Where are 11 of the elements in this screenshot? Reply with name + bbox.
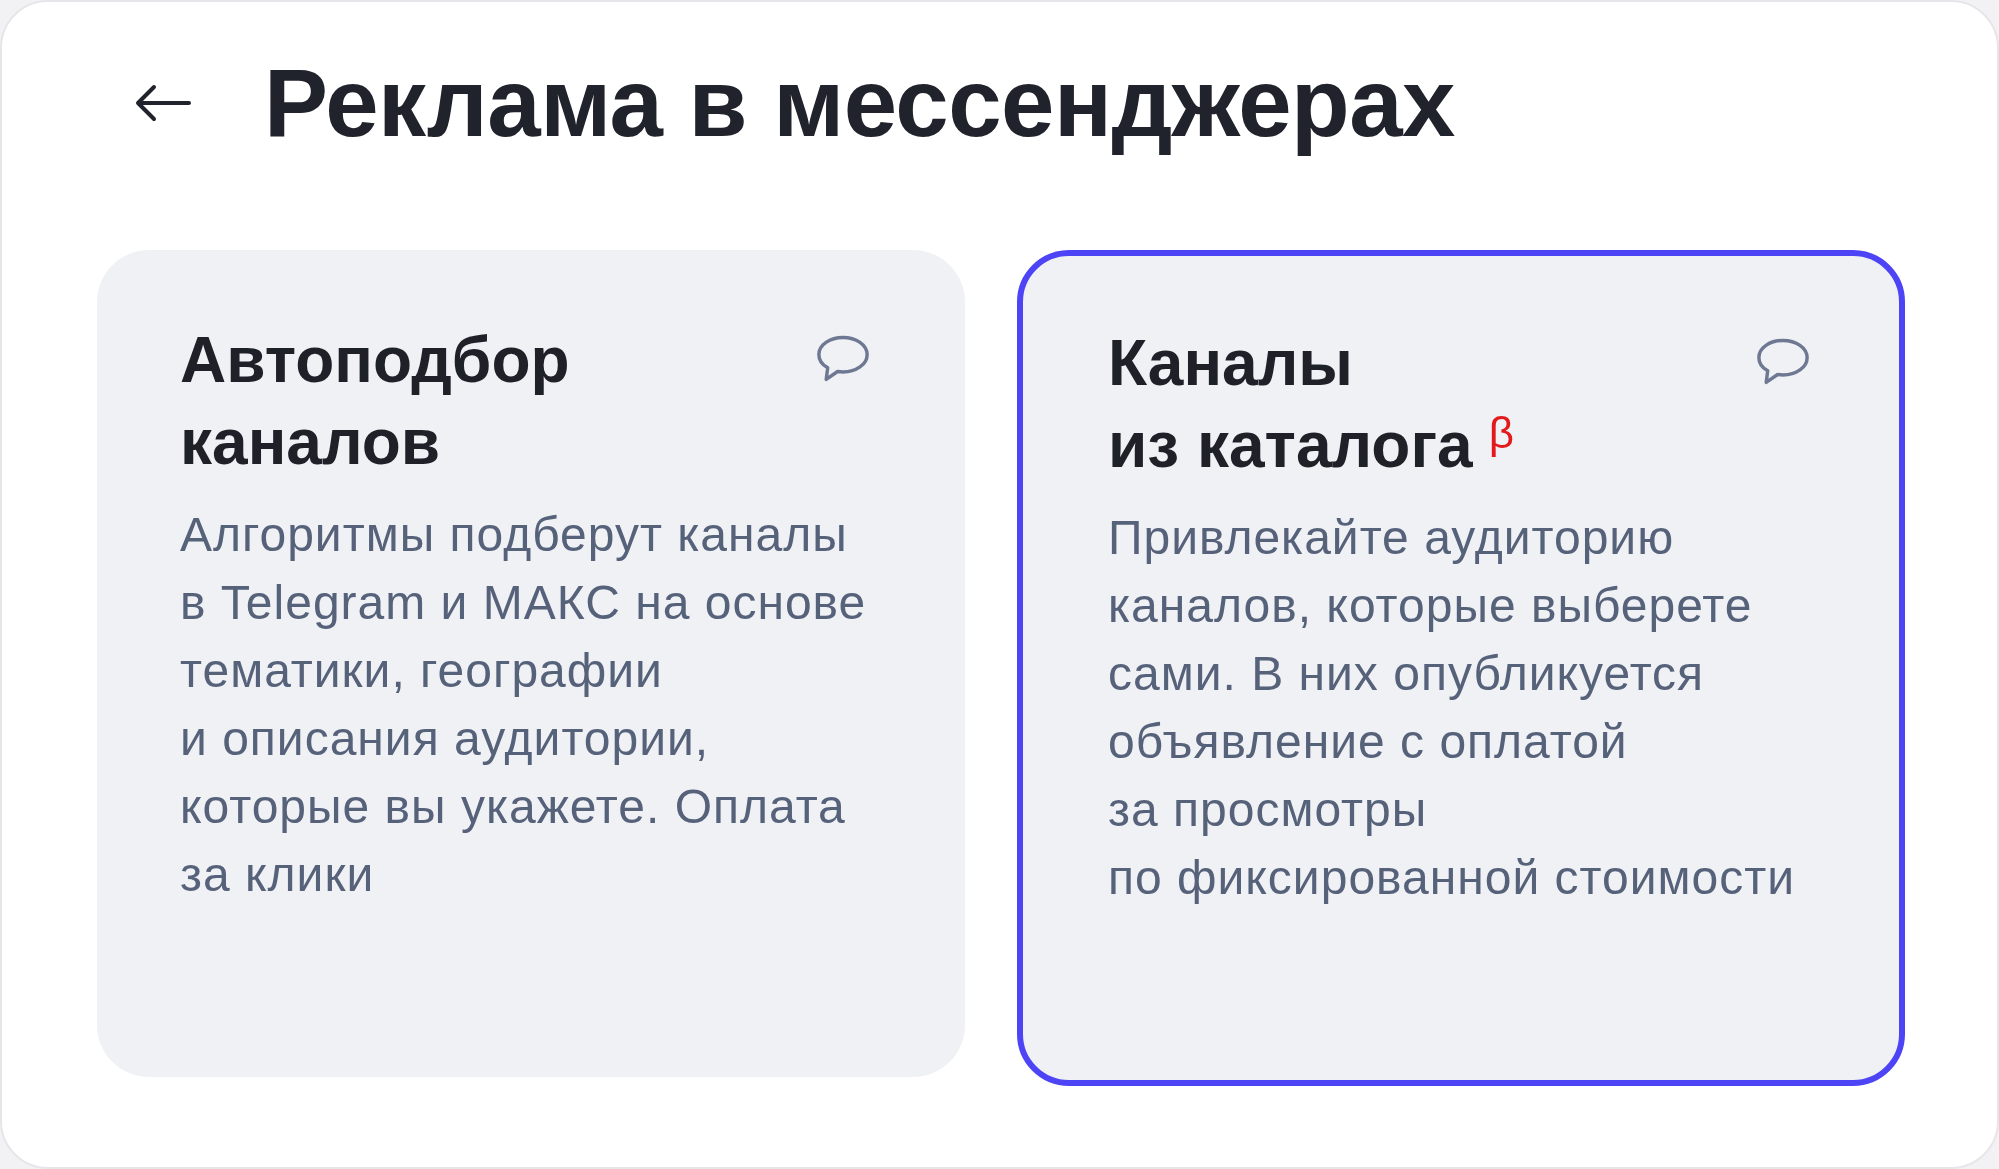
back-arrow-icon[interactable]: [134, 83, 191, 122]
speech-bubble-icon[interactable]: [1755, 337, 1811, 387]
option-card[interactable]: Автоподбор каналов Алгоритмы подберут каналы в Telegram и МАКС на основе тематики, географии и описания аудитории, которые вы укажете. Оплата за клики: [97, 250, 965, 1077]
card-title: Автоподбор каналов: [180, 323, 570, 480]
speech-bubble-icon[interactable]: [815, 334, 871, 384]
card-title: Каналы из каталога: [1108, 326, 1473, 483]
option-card[interactable]: Каналы из каталога β Привлекайте аудиторию каналов, которые выберете сами. В них опубликуется объявление с оплатой за просмотры по фиксированной стоимости: [1017, 250, 1905, 1086]
page-title: Реклама в мессенджерах: [264, 48, 1455, 158]
beta-label: β: [1488, 410, 1514, 456]
card-description: Привлекайте аудиторию каналов, которые выберете сами. В них опубликуется объявление с оплатой за просмотры по фиксированной стоимости: [1108, 510, 1797, 906]
card-description: Алгоритмы подберут каналы в Telegram и МАКС на основе тематики, географии и описания аудитории, которые вы укажете. Оплата за клики: [180, 507, 868, 903]
